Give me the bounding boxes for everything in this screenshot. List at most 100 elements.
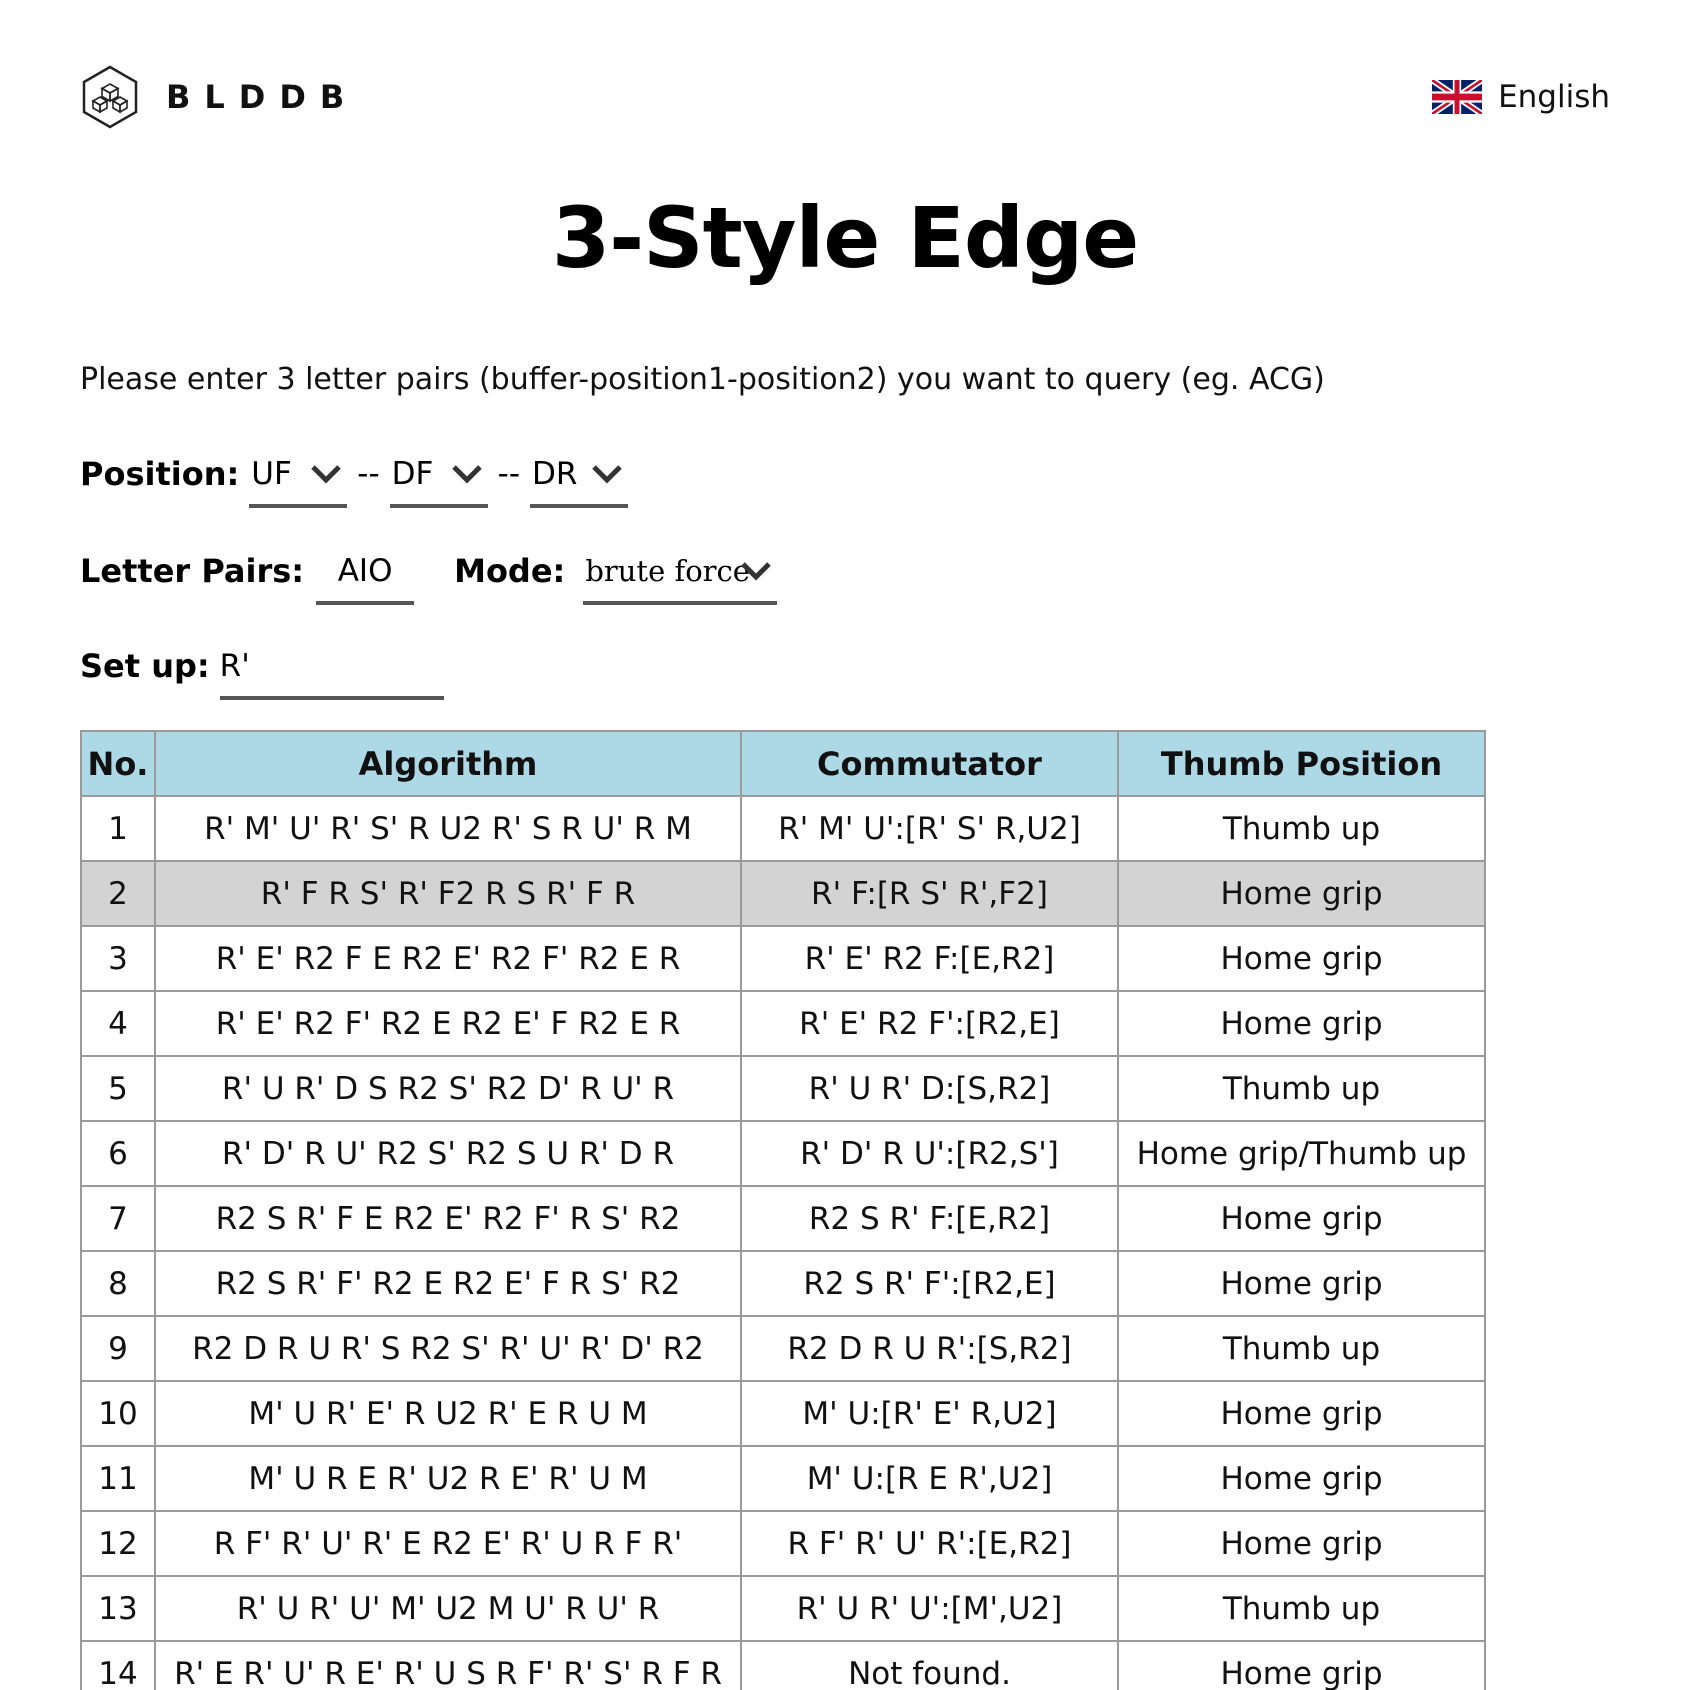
thumb-position-cell: Thumb up (1117, 1315, 1486, 1382)
table-body: 1 R' M' U' R' S' R U2 R' S R U' R M R' M' … (80, 795, 1486, 1690)
language-selector[interactable]: English (1432, 64, 1610, 130)
algorithm-cell: R' U R' D S R2 S' R2 D' R U' R (154, 1055, 742, 1122)
language-label: English (1498, 79, 1610, 115)
table-row[interactable]: 6 R' D' R U' R2 S' R2 S U R' D R R' D' R U… (80, 1120, 1486, 1187)
position-separator: -- (497, 456, 521, 492)
header: BLDDB English (80, 64, 1610, 130)
table-row[interactable]: 11 M' U R E R' U2 R E' R' U M M' U:[R E R'… (80, 1445, 1486, 1512)
letter-pairs-label: Letter Pairs: (80, 552, 305, 590)
thumb-position-cell: Home grip (1117, 925, 1486, 992)
chevron-down-icon (592, 465, 622, 484)
row-number: 1 (80, 795, 156, 862)
row-number: 10 (80, 1380, 156, 1447)
results-table: No. Algorithm Commutator Thumb Position … (80, 730, 1486, 1690)
table-row[interactable]: 10 M' U R' E' R U2 R' E R U M M' U:[R' E' … (80, 1380, 1486, 1447)
position1-select[interactable]: UF (249, 452, 348, 508)
thumb-position-cell: Home grip (1117, 990, 1486, 1057)
letter-pairs-input[interactable]: AIO (316, 549, 415, 605)
logo-text: BLDDB (166, 78, 359, 116)
table-row[interactable]: 9 R2 D R U R' S R2 S' R' U' R' D' R2 R2 D … (80, 1315, 1486, 1382)
row-number: 13 (80, 1575, 156, 1642)
thumb-position-cell: Home grip (1117, 1640, 1486, 1690)
algorithm-cell: R' M' U' R' S' R U2 R' S R U' R M (154, 795, 742, 862)
commutator-cell: M' U:[R E R',U2] (740, 1445, 1119, 1512)
algorithm-cell: R2 D R U R' S R2 S' R' U' R' D' R2 (154, 1315, 742, 1382)
position3-select[interactable]: DR (530, 452, 629, 508)
page-title: 3-Style Edge (551, 189, 1139, 287)
row-number: 8 (80, 1250, 156, 1317)
thumb-position-cell: Home grip (1117, 1510, 1486, 1577)
setup-input[interactable]: R' (219, 644, 444, 700)
chevron-down-icon (741, 562, 772, 581)
algorithm-cell: R' E' R2 F E R2 E' R2 F' R2 E R (154, 925, 742, 992)
table-row[interactable]: 13 R' U R' U' M' U2 M U' R U' R R' U R' U'… (80, 1575, 1486, 1642)
commutator-cell: R2 S R' F':[R2,E] (740, 1250, 1119, 1317)
cube-logo-icon (82, 65, 138, 129)
table-header-row: No. Algorithm Commutator Thumb Position (80, 730, 1486, 797)
thumb-position-cell: Home grip (1117, 1445, 1486, 1512)
header-no: No. (80, 730, 156, 797)
commutator-cell: R2 S R' F:[E,R2] (740, 1185, 1119, 1252)
table-row[interactable]: 2 R' F R S' R' F2 R S R' F R R' F:[R S' R'… (80, 860, 1486, 927)
position3-value: DR (532, 456, 578, 492)
uk-flag-icon (1432, 80, 1483, 114)
chevron-down-icon (311, 465, 342, 484)
table-row[interactable]: 5 R' U R' D S R2 S' R2 D' R U' R R' U R' D… (80, 1055, 1486, 1122)
table-row[interactable]: 7 R2 S R' F E R2 E' R2 F' R S' R2 R2 S R' … (80, 1185, 1486, 1252)
header-commutator: Commutator (740, 730, 1119, 797)
position2-value: DF (391, 456, 434, 492)
position2-select[interactable]: DF (389, 452, 488, 508)
row-number: 3 (80, 925, 156, 992)
thumb-position-cell: Thumb up (1117, 1575, 1486, 1642)
commutator-cell: R' M' U':[R' S' R,U2] (740, 795, 1119, 862)
algorithm-cell: R F' R' U' R' E R2 E' R' U R F R' (154, 1510, 742, 1577)
row-number: 12 (80, 1510, 156, 1577)
header-algorithm: Algorithm (154, 730, 742, 797)
algorithm-cell: M' U R' E' R U2 R' E R U M (154, 1380, 742, 1447)
logo-link[interactable]: BLDDB (80, 64, 358, 130)
algorithm-cell: M' U R E R' U2 R E' R' U M (154, 1445, 742, 1512)
table-row[interactable]: 4 R' E' R2 F' R2 E R2 E' F R2 E R R' E' R2… (80, 990, 1486, 1057)
thumb-position-cell: Home grip (1117, 1380, 1486, 1447)
commutator-cell: R F' R' U' R':[E,R2] (740, 1510, 1119, 1577)
setup-label: Set up: (80, 647, 210, 685)
thumb-position-cell: Home grip (1117, 860, 1486, 927)
row-number: 5 (80, 1055, 156, 1122)
row-number: 7 (80, 1185, 156, 1252)
commutator-cell: Not found. (740, 1640, 1119, 1690)
mode-select[interactable]: brute force (583, 549, 778, 605)
position1-value: UF (251, 456, 292, 492)
instructions-text: Please enter 3 letter pairs (buffer-posi… (80, 362, 1325, 397)
table-row[interactable]: 12 R F' R' U' R' E R2 E' R' U R F R' R F' … (80, 1510, 1486, 1577)
mode-value: brute force (585, 554, 750, 588)
commutator-cell: R' D' R U':[R2,S'] (740, 1120, 1119, 1187)
position-label: Position: (80, 455, 240, 493)
mode-label: Mode: (454, 552, 566, 590)
row-number: 9 (80, 1315, 156, 1382)
thumb-position-cell: Home grip (1117, 1250, 1486, 1317)
algorithm-cell: R' E R' U' R E' R' U S R F' R' S' R F R (154, 1640, 742, 1690)
thumb-position-cell: Thumb up (1117, 1055, 1486, 1122)
algorithm-cell: R2 S R' F' R2 E R2 E' F R S' R2 (154, 1250, 742, 1317)
row-number: 2 (80, 860, 156, 927)
position-row: Position: UF -- DF -- DR (80, 452, 629, 508)
table-row[interactable]: 1 R' M' U' R' S' R U2 R' S R U' R M R' M' … (80, 795, 1486, 862)
commutator-cell: R' E' R2 F:[E,R2] (740, 925, 1119, 992)
commutator-cell: R' F:[R S' R',F2] (740, 860, 1119, 927)
commutator-cell: M' U:[R' E' R,U2] (740, 1380, 1119, 1447)
algorithm-cell: R' F R S' R' F2 R S R' F R (154, 860, 742, 927)
commutator-cell: R' E' R2 F':[R2,E] (740, 990, 1119, 1057)
commutator-cell: R' U R' D:[S,R2] (740, 1055, 1119, 1122)
table-row[interactable]: 14 R' E R' U' R E' R' U S R F' R' S' R F … (80, 1640, 1486, 1690)
row-number: 11 (80, 1445, 156, 1512)
algorithm-cell: R' D' R U' R2 S' R2 S U R' D R (154, 1120, 742, 1187)
algorithm-cell: R2 S R' F E R2 E' R2 F' R S' R2 (154, 1185, 742, 1252)
table-row[interactable]: 3 R' E' R2 F E R2 E' R2 F' R2 E R R' E' R2… (80, 925, 1486, 992)
chevron-down-icon (451, 465, 482, 484)
thumb-position-cell: Thumb up (1117, 795, 1486, 862)
table-row[interactable]: 8 R2 S R' F' R2 E R2 E' F R S' R2 R2 S R' … (80, 1250, 1486, 1317)
thumb-position-cell: Home grip (1117, 1185, 1486, 1252)
page: BLDDB English 3-Style Edge Please enter … (0, 0, 1690, 1690)
row-number: 4 (80, 990, 156, 1057)
letter-pairs-row: Letter Pairs: AIO Mode: brute force (80, 549, 778, 605)
